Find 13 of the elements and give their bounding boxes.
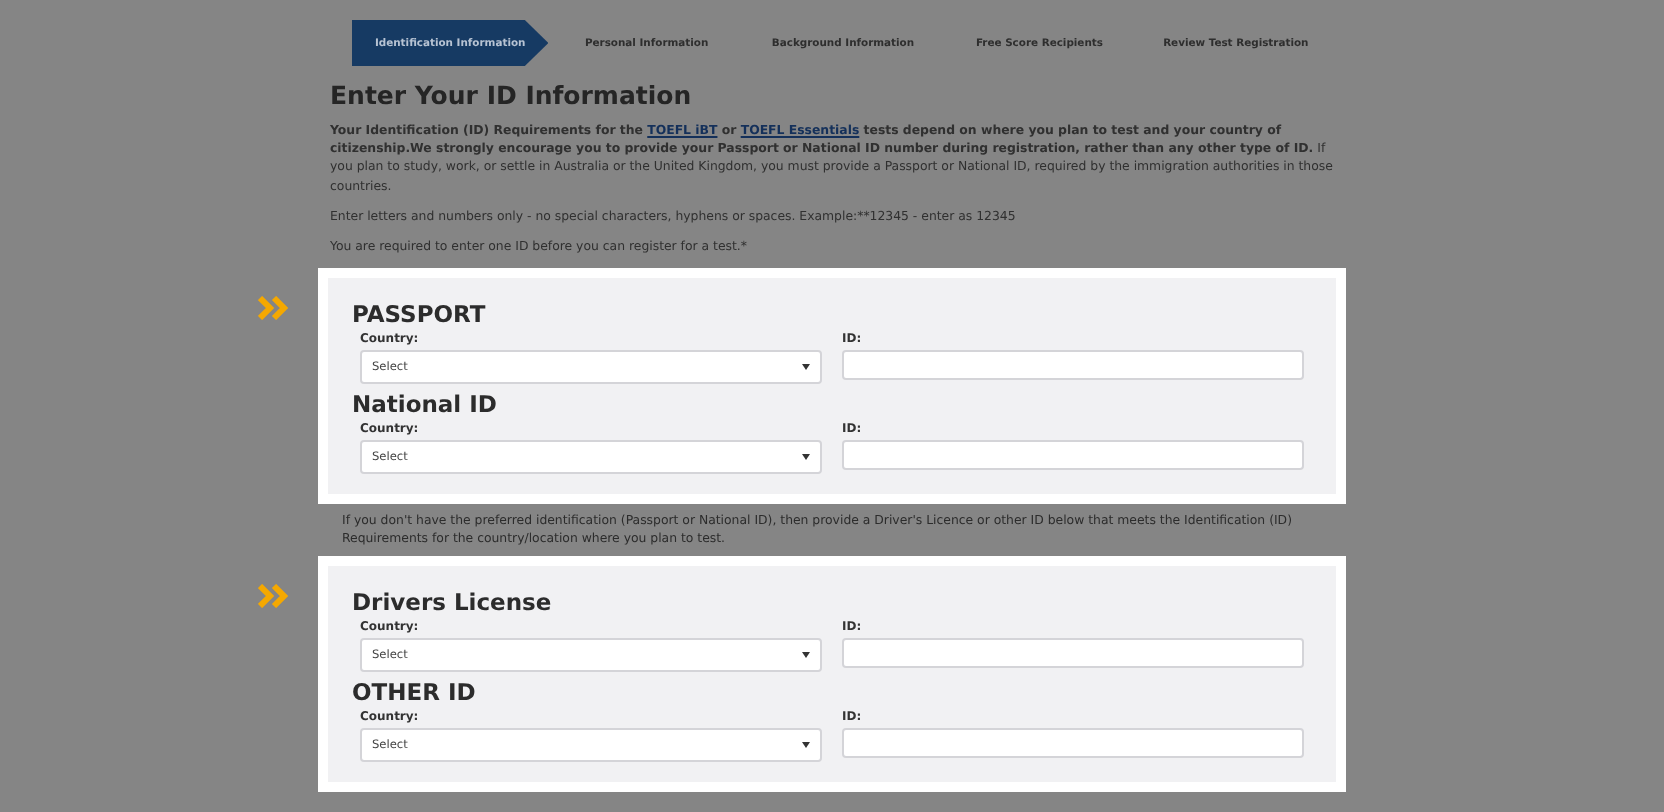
- section-heading: National ID: [352, 390, 499, 419]
- section-heading: PASSPORT: [352, 300, 488, 329]
- section-heading: OTHER ID: [352, 678, 478, 707]
- id-input[interactable]: [842, 728, 1304, 759]
- caret-icon: [802, 652, 810, 659]
- caret-icon: [802, 742, 810, 749]
- caret-icon: [802, 364, 810, 371]
- section-heading: Drivers License: [352, 588, 554, 617]
- id-input[interactable]: [842, 440, 1304, 471]
- page-title: Enter Your ID Information: [330, 80, 694, 110]
- caret-icon: [802, 454, 810, 461]
- id-input[interactable]: [842, 638, 1304, 669]
- id-input[interactable]: [842, 350, 1304, 381]
